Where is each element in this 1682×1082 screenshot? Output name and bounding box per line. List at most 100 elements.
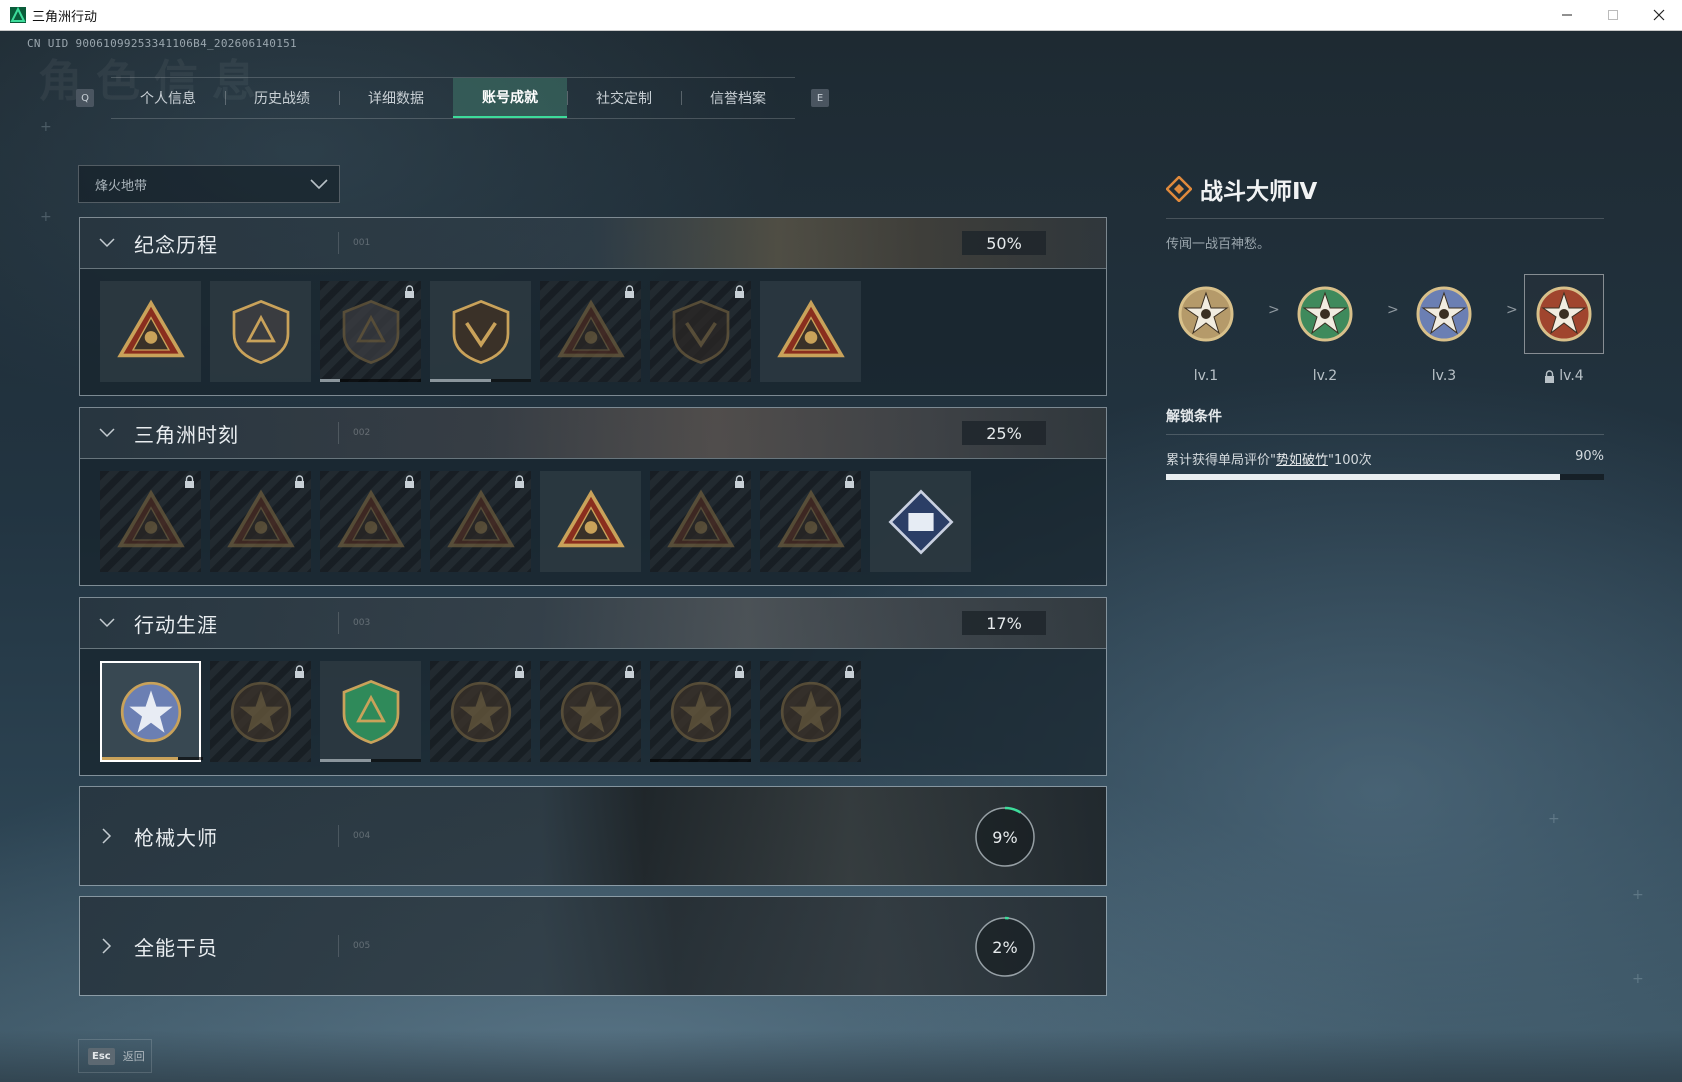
section-code: 003 [353,618,371,628]
chevron-shield-medal-icon [230,681,291,742]
section-title: 纪念历程 [134,232,218,257]
achievement-badge[interactable] [100,471,201,572]
achievement-badge[interactable] [760,281,861,382]
section-divider [338,825,339,847]
tab-bar: 个人信息 历史战绩 详细数据 账号成就 社交定制 信誉档案 [111,77,795,119]
achievement-badge[interactable] [540,281,641,382]
maximize-button[interactable] [1590,0,1636,31]
fish-triangle-icon [776,489,845,547]
close-button[interactable] [1636,0,1682,31]
achievement-section-career: 行动生涯 003 17% [79,597,1107,776]
green-star-shield-icon [342,679,399,744]
achievement-badge[interactable] [320,471,421,572]
condition-suffix: "100次 [1328,453,1372,468]
collapse-chevron-icon [80,238,134,248]
dice-triangle-icon [446,489,515,547]
diamond-book-icon [887,488,954,555]
bottom-bar [0,1030,1682,1082]
achievement-section-weapon-master[interactable]: 枪械大师 004 9% [79,786,1107,886]
tab-match-history[interactable]: 历史战绩 [225,78,339,118]
level-medal [1166,274,1246,354]
achievement-badge[interactable] [760,661,861,762]
section-title: 枪械大师 [134,825,218,850]
next-tab-key-hint[interactable]: E [811,89,829,107]
back-label: 返回 [122,1050,145,1063]
badge-list [100,661,861,762]
achievement-badge[interactable] [650,661,751,762]
level-2[interactable]: lv.2 [1285,274,1365,384]
game-viewport: 角色信息 CN UID 90061099253341106B4_20260614… [0,31,1682,1082]
tab-detailed-stats[interactable]: 详细数据 [339,78,453,118]
unlock-conditions-title: 解锁条件 [1166,409,1222,425]
progress-fill [320,379,341,382]
tab-social-custom[interactable]: 社交定制 [567,78,681,118]
achievement-badge[interactable] [320,281,421,382]
achievement-badge[interactable] [100,281,201,382]
section-code: 001 [353,238,371,248]
achievement-badge[interactable] [540,471,641,572]
section-header[interactable]: 行动生涯 003 17% [80,598,1106,648]
level-4[interactable]: lv.4 [1524,274,1604,384]
trophy-figures-triangle-icon [666,489,735,547]
achievement-badge[interactable] [760,471,861,572]
crosshair-decoration-icon: + [40,209,52,225]
lock-icon [515,475,524,488]
achievement-badge[interactable] [430,281,531,382]
supply-crate-triangle-icon [116,489,185,547]
lock-icon [295,665,304,678]
progress-fill [1166,474,1561,480]
achievement-badge[interactable] [650,471,751,572]
divider [1166,434,1604,435]
crosshair-decoration-icon: + [1548,811,1560,827]
section-header[interactable]: 三角洲时刻 002 25% [80,408,1106,458]
lock-icon [295,475,304,488]
lock-icon [845,475,854,488]
badge-list [100,471,971,572]
achievement-badge[interactable] [210,471,311,572]
badge-progress-bar [320,379,421,382]
achievement-badge[interactable] [210,281,311,382]
unlock-condition-percent: 90% [1575,449,1604,464]
tab-achievements[interactable]: 账号成就 [453,78,567,118]
achievement-badge[interactable] [210,661,311,762]
badge-progress-bar [102,757,203,760]
achievement-badge[interactable] [100,661,203,762]
section-code: 004 [353,831,371,841]
level-label-text: lv.4 [1559,368,1584,384]
section-body [80,458,1106,585]
player-uid: CN UID 90061099253341106B4_202606140151 [27,37,297,50]
section-code: 005 [353,941,371,951]
achievement-section-delta-moments: 三角洲时刻 002 25% [79,407,1107,586]
section-header[interactable]: 枪械大师 004 9% [80,787,1106,885]
condition-prefix: 累计获得单局评价" [1166,453,1276,468]
tab-personal-info[interactable]: 个人信息 [111,78,225,118]
level-progression: lv.1 > lv.2 > lv.3 > lv.4 [1166,274,1604,394]
section-title: 三角洲时刻 [134,422,239,447]
achievement-badge[interactable] [650,281,751,382]
level-3[interactable]: lv.3 [1404,274,1484,384]
badge-progress-bar [320,759,421,762]
mode-select[interactable]: 烽火地带 [78,165,340,203]
achievement-badge[interactable] [540,661,641,762]
prev-tab-key-hint[interactable]: Q [76,89,94,107]
achievement-section-all-round-operator[interactable]: 全能干员 005 2% [79,896,1107,996]
section-header[interactable]: 全能干员 005 2% [80,897,1106,995]
achievement-badge[interactable] [430,471,531,572]
minimize-button[interactable] [1544,0,1590,31]
tab-credit-record[interactable]: 信誉档案 [681,78,795,118]
level-1[interactable]: lv.1 [1166,274,1246,384]
vest-triangle-icon [226,489,295,547]
lock-icon [625,285,634,298]
achievement-badge[interactable] [870,471,971,572]
star-laurel-medal-icon [120,681,181,742]
level-arrow: > [1506,302,1518,318]
achievement-badge[interactable] [430,661,531,762]
achievement-badge[interactable] [320,661,421,762]
badge-progress-bar [650,759,751,762]
window-title: 三角洲行动 [32,9,98,25]
skull-crosshair-medal-icon [670,681,731,742]
section-header[interactable]: 纪念历程 001 50% [80,218,1106,268]
lock-icon [405,285,414,298]
back-button[interactable]: Esc 返回 [78,1039,152,1073]
condition-highlight[interactable]: 势如破竹 [1276,453,1328,468]
